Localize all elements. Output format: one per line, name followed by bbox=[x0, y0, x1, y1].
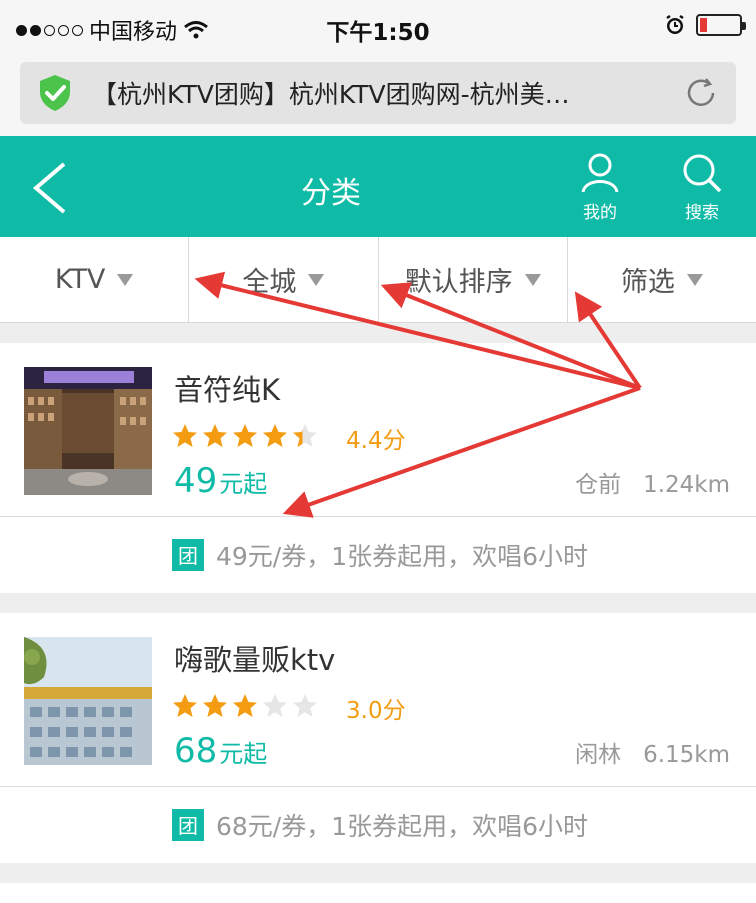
filter-sort[interactable]: 默认排序 bbox=[379, 237, 568, 322]
listing-thumbnail bbox=[24, 637, 152, 765]
star-icon bbox=[173, 424, 197, 447]
listing-card[interactable]: 音符纯K 4.4分 49元起 仓前 1.24km 团 49元/券，1张券起用，欢唱… bbox=[0, 343, 756, 592]
listing-location: 闲林 6.15km bbox=[575, 735, 730, 769]
star-icon bbox=[233, 694, 257, 717]
price-unit: 元起 bbox=[219, 740, 268, 768]
listing-name: 嗨歌量贩ktv bbox=[174, 643, 336, 677]
dropdown-arrow-icon bbox=[686, 273, 703, 286]
listing-main[interactable]: 嗨歌量贩ktv 3.0分 68元起 闲林 6.15km bbox=[0, 613, 756, 787]
reload-icon[interactable] bbox=[684, 76, 718, 110]
listing-price: 68元起 bbox=[174, 731, 267, 771]
price-value: 49 bbox=[174, 461, 218, 501]
address-bar[interactable]: 【杭州KTV团购】杭州KTV团购网-杭州美… bbox=[20, 62, 736, 124]
page-url-title: 【杭州KTV团购】杭州KTV团购网-杭州美… bbox=[92, 80, 570, 109]
my-account-label: 我的 bbox=[583, 203, 617, 223]
star-icon bbox=[233, 424, 257, 447]
listing-main[interactable]: 音符纯K 4.4分 49元起 仓前 1.24km bbox=[0, 343, 756, 517]
listing-card[interactable]: 嗨歌量贩ktv 3.0分 68元起 闲林 6.15km 团 68元/券，1张券起用… bbox=[0, 613, 756, 862]
alarm-icon bbox=[666, 14, 684, 34]
divider bbox=[0, 593, 756, 613]
filter-category[interactable]: KTV bbox=[0, 237, 190, 322]
rating-score: 4.4分 bbox=[346, 428, 406, 454]
page-title: 分类 bbox=[301, 176, 361, 211]
filter-label: 全城 bbox=[242, 267, 297, 298]
star-icon bbox=[203, 424, 227, 447]
listing-thumbnail bbox=[24, 367, 152, 495]
star-icon bbox=[263, 694, 287, 717]
app-header: 分类 我的 搜索 bbox=[0, 136, 756, 237]
listing-distance: 1.24km bbox=[643, 472, 730, 498]
shield-check-icon bbox=[40, 75, 70, 111]
filter-label: 筛选 bbox=[620, 267, 675, 298]
dropdown-arrow-icon bbox=[117, 273, 134, 286]
divider bbox=[0, 323, 756, 343]
divider bbox=[0, 863, 756, 883]
price-unit: 元起 bbox=[219, 470, 268, 498]
listing-price: 49元起 bbox=[174, 461, 267, 501]
filter-area[interactable]: 全城 bbox=[189, 237, 379, 322]
status-bar: 中国移动 下午1:50 bbox=[0, 0, 756, 56]
deal-text: 49元/券，1张券起用，欢唱6小时 bbox=[216, 541, 589, 571]
listing-location: 仓前 1.24km bbox=[575, 465, 730, 499]
filter-label: KTV bbox=[54, 264, 106, 295]
dropdown-arrow-icon bbox=[308, 273, 325, 286]
rating-stars bbox=[172, 423, 318, 449]
battery-icon bbox=[696, 14, 746, 36]
search-icon bbox=[683, 154, 722, 193]
listing-district: 闲林 bbox=[575, 742, 622, 768]
star-icon bbox=[173, 694, 197, 717]
user-icon bbox=[581, 153, 619, 193]
filter-bar: KTV 全城 默认排序 筛选 bbox=[0, 237, 756, 323]
star-icon bbox=[293, 424, 317, 447]
group-buy-badge: 团 bbox=[172, 538, 204, 571]
search-button[interactable]: 搜索 bbox=[672, 152, 732, 223]
deal-text: 68元/券，1张券起用，欢唱6小时 bbox=[216, 811, 589, 841]
status-right bbox=[664, 14, 746, 36]
star-icon bbox=[203, 694, 227, 717]
my-account-button[interactable]: 我的 bbox=[570, 152, 630, 223]
deal-row[interactable]: 团 68元/券，1张券起用，欢唱6小时 bbox=[0, 787, 756, 862]
group-buy-badge: 团 bbox=[172, 808, 204, 841]
deal-row[interactable]: 团 49元/券，1张券起用，欢唱6小时 bbox=[0, 517, 756, 592]
status-time: 下午1:50 bbox=[326, 20, 430, 46]
dropdown-arrow-icon bbox=[524, 273, 541, 286]
star-icon bbox=[263, 424, 287, 447]
listing-distance: 6.15km bbox=[643, 742, 730, 768]
rating-stars bbox=[172, 693, 318, 719]
filter-screen[interactable]: 筛选 bbox=[568, 237, 756, 322]
rating-score: 3.0分 bbox=[346, 698, 406, 724]
listing-name: 音符纯K bbox=[174, 373, 281, 407]
search-label: 搜索 bbox=[685, 203, 719, 223]
browser-bar: 【杭州KTV团购】杭州KTV团购网-杭州美… bbox=[0, 56, 756, 136]
filter-label: 默认排序 bbox=[404, 267, 513, 298]
star-icon bbox=[293, 694, 317, 717]
price-value: 68 bbox=[174, 731, 218, 771]
listing-district: 仓前 bbox=[575, 472, 622, 498]
